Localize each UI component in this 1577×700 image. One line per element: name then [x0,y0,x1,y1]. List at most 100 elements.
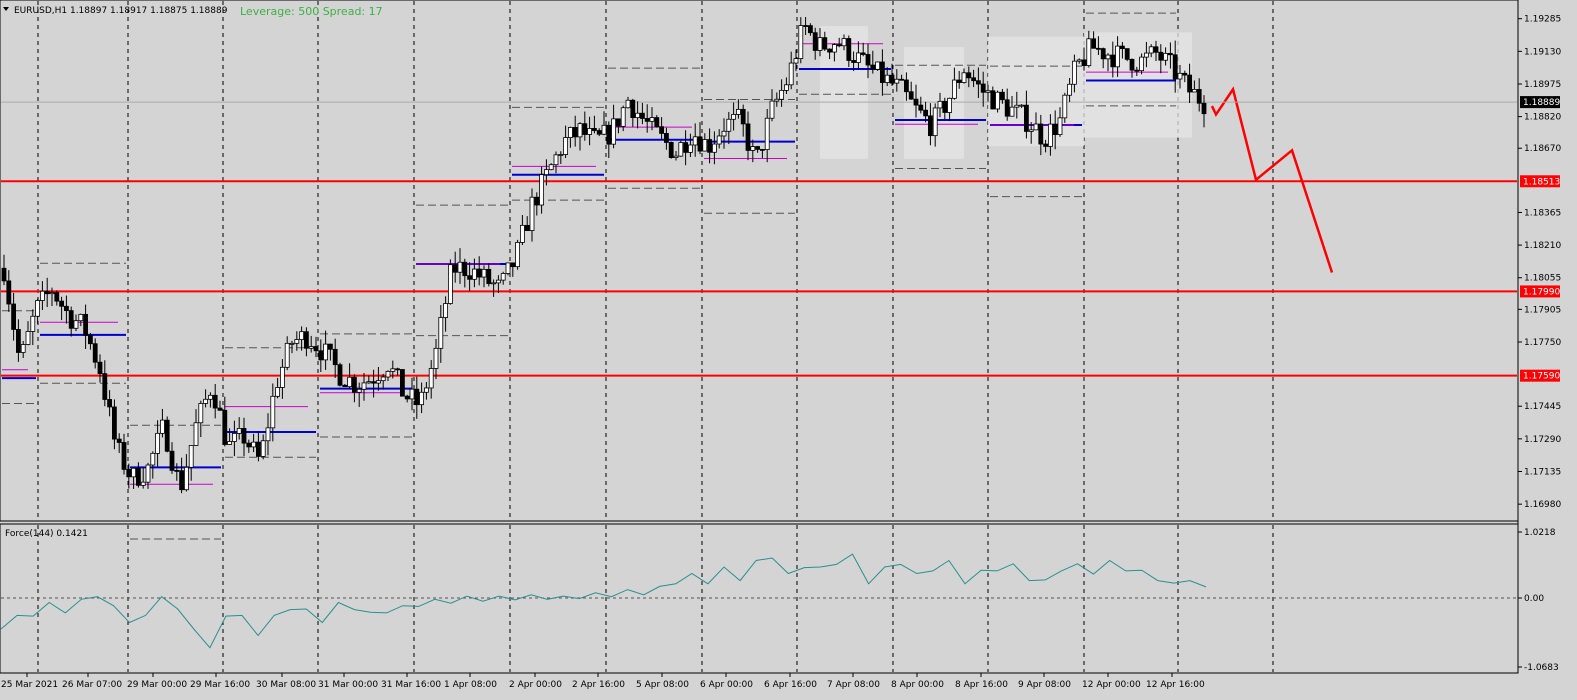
candle-body [371,381,377,384]
candle-body [976,80,981,85]
candle-body [481,268,487,278]
candle-body [817,37,823,51]
candle-body [1096,47,1101,50]
candle-body [846,38,852,61]
candle-body [203,398,209,404]
time-tick-label: 5 Apr 08:00 [636,680,689,690]
candle-body [904,79,909,93]
candle-body [668,142,674,158]
candle-body [601,124,607,135]
candle-body [654,117,660,128]
candle-body [740,108,746,125]
candle-body [1086,38,1092,67]
candle-body [558,154,564,156]
candle-body [107,399,112,408]
indicator-tick-label: 0.00 [1524,594,1544,604]
candle-body [568,127,573,138]
candle-body [399,369,405,397]
candle-body [793,58,799,64]
candle-body [193,422,199,446]
candle-body [131,467,137,478]
candle-body [784,84,789,91]
candle-body [1196,89,1202,104]
candle-body [760,148,765,151]
candle-body [491,282,497,285]
candle-body [198,403,204,424]
candle-body [716,135,722,145]
candle-body [908,91,914,100]
candle-body [1148,46,1154,54]
candle-body [1052,123,1058,135]
candle-body [462,261,468,277]
candle-body [1062,94,1068,119]
candle-body [126,468,132,478]
candle-body [255,441,261,457]
candle-body [260,440,266,457]
candle-body [606,124,612,145]
level-tag-label: 1.17590 [1523,372,1560,382]
candle-body [1014,104,1020,108]
candle-body [347,376,353,388]
candle-body [649,117,655,122]
candle-body [1,267,7,282]
candle-body [1024,104,1029,132]
candle-body [736,108,741,115]
candle-body [428,368,434,389]
time-tick-label: 2 Apr 00:00 [509,680,562,690]
candle-body [433,347,439,369]
candle-body [1134,69,1140,72]
candle-body [188,445,194,468]
candle-body [664,133,669,143]
candle-body [1110,54,1116,68]
candle-body [764,117,770,150]
candle-body [774,98,780,102]
candle-body [1000,91,1005,101]
candle-body [179,470,185,491]
candle-body [1158,51,1164,61]
candle-body [1177,72,1183,80]
candle-body [827,48,832,53]
candle-body [836,44,842,47]
candle-body [726,118,732,132]
candle-body [476,268,482,278]
candle-body [712,143,717,153]
candle-body [414,388,420,406]
price-tick-label: 1.18670 [1524,144,1561,154]
candle-body [635,112,640,119]
candle-body [822,37,828,50]
candle-body [544,169,549,176]
candle-body [145,464,151,483]
candle-body [1144,52,1149,58]
candle-body [1120,45,1125,50]
candle-body [841,38,847,47]
candle-body [587,128,592,135]
candle-body [1153,46,1159,53]
candle-body [231,432,237,442]
candle-body [438,317,444,349]
price-tick-label: 1.17290 [1524,435,1561,445]
candle-body [409,388,415,400]
candle-body [1072,60,1077,85]
candle-body [1004,99,1010,117]
candle-body [688,144,693,153]
candle-body [1172,54,1178,80]
candle-body [284,342,290,368]
candle-body [303,331,309,349]
candle-body [980,83,986,93]
candle-body [750,146,756,151]
candle-body [860,52,866,55]
time-tick-label: 29 Mar 00:00 [127,680,187,690]
time-tick-label: 31 Mar 16:00 [381,680,441,690]
candle-body [457,261,463,273]
time-tick-label: 8 Apr 00:00 [891,680,944,690]
candle-body [553,154,559,166]
candle-body [1139,56,1144,72]
candle-body [630,99,636,119]
candle-body [217,407,223,411]
candle-body [1038,123,1044,145]
candle-body [49,292,55,295]
candle-body [659,126,664,134]
candle-body [880,61,885,83]
candle-body [956,79,962,83]
candle-body [889,74,895,84]
